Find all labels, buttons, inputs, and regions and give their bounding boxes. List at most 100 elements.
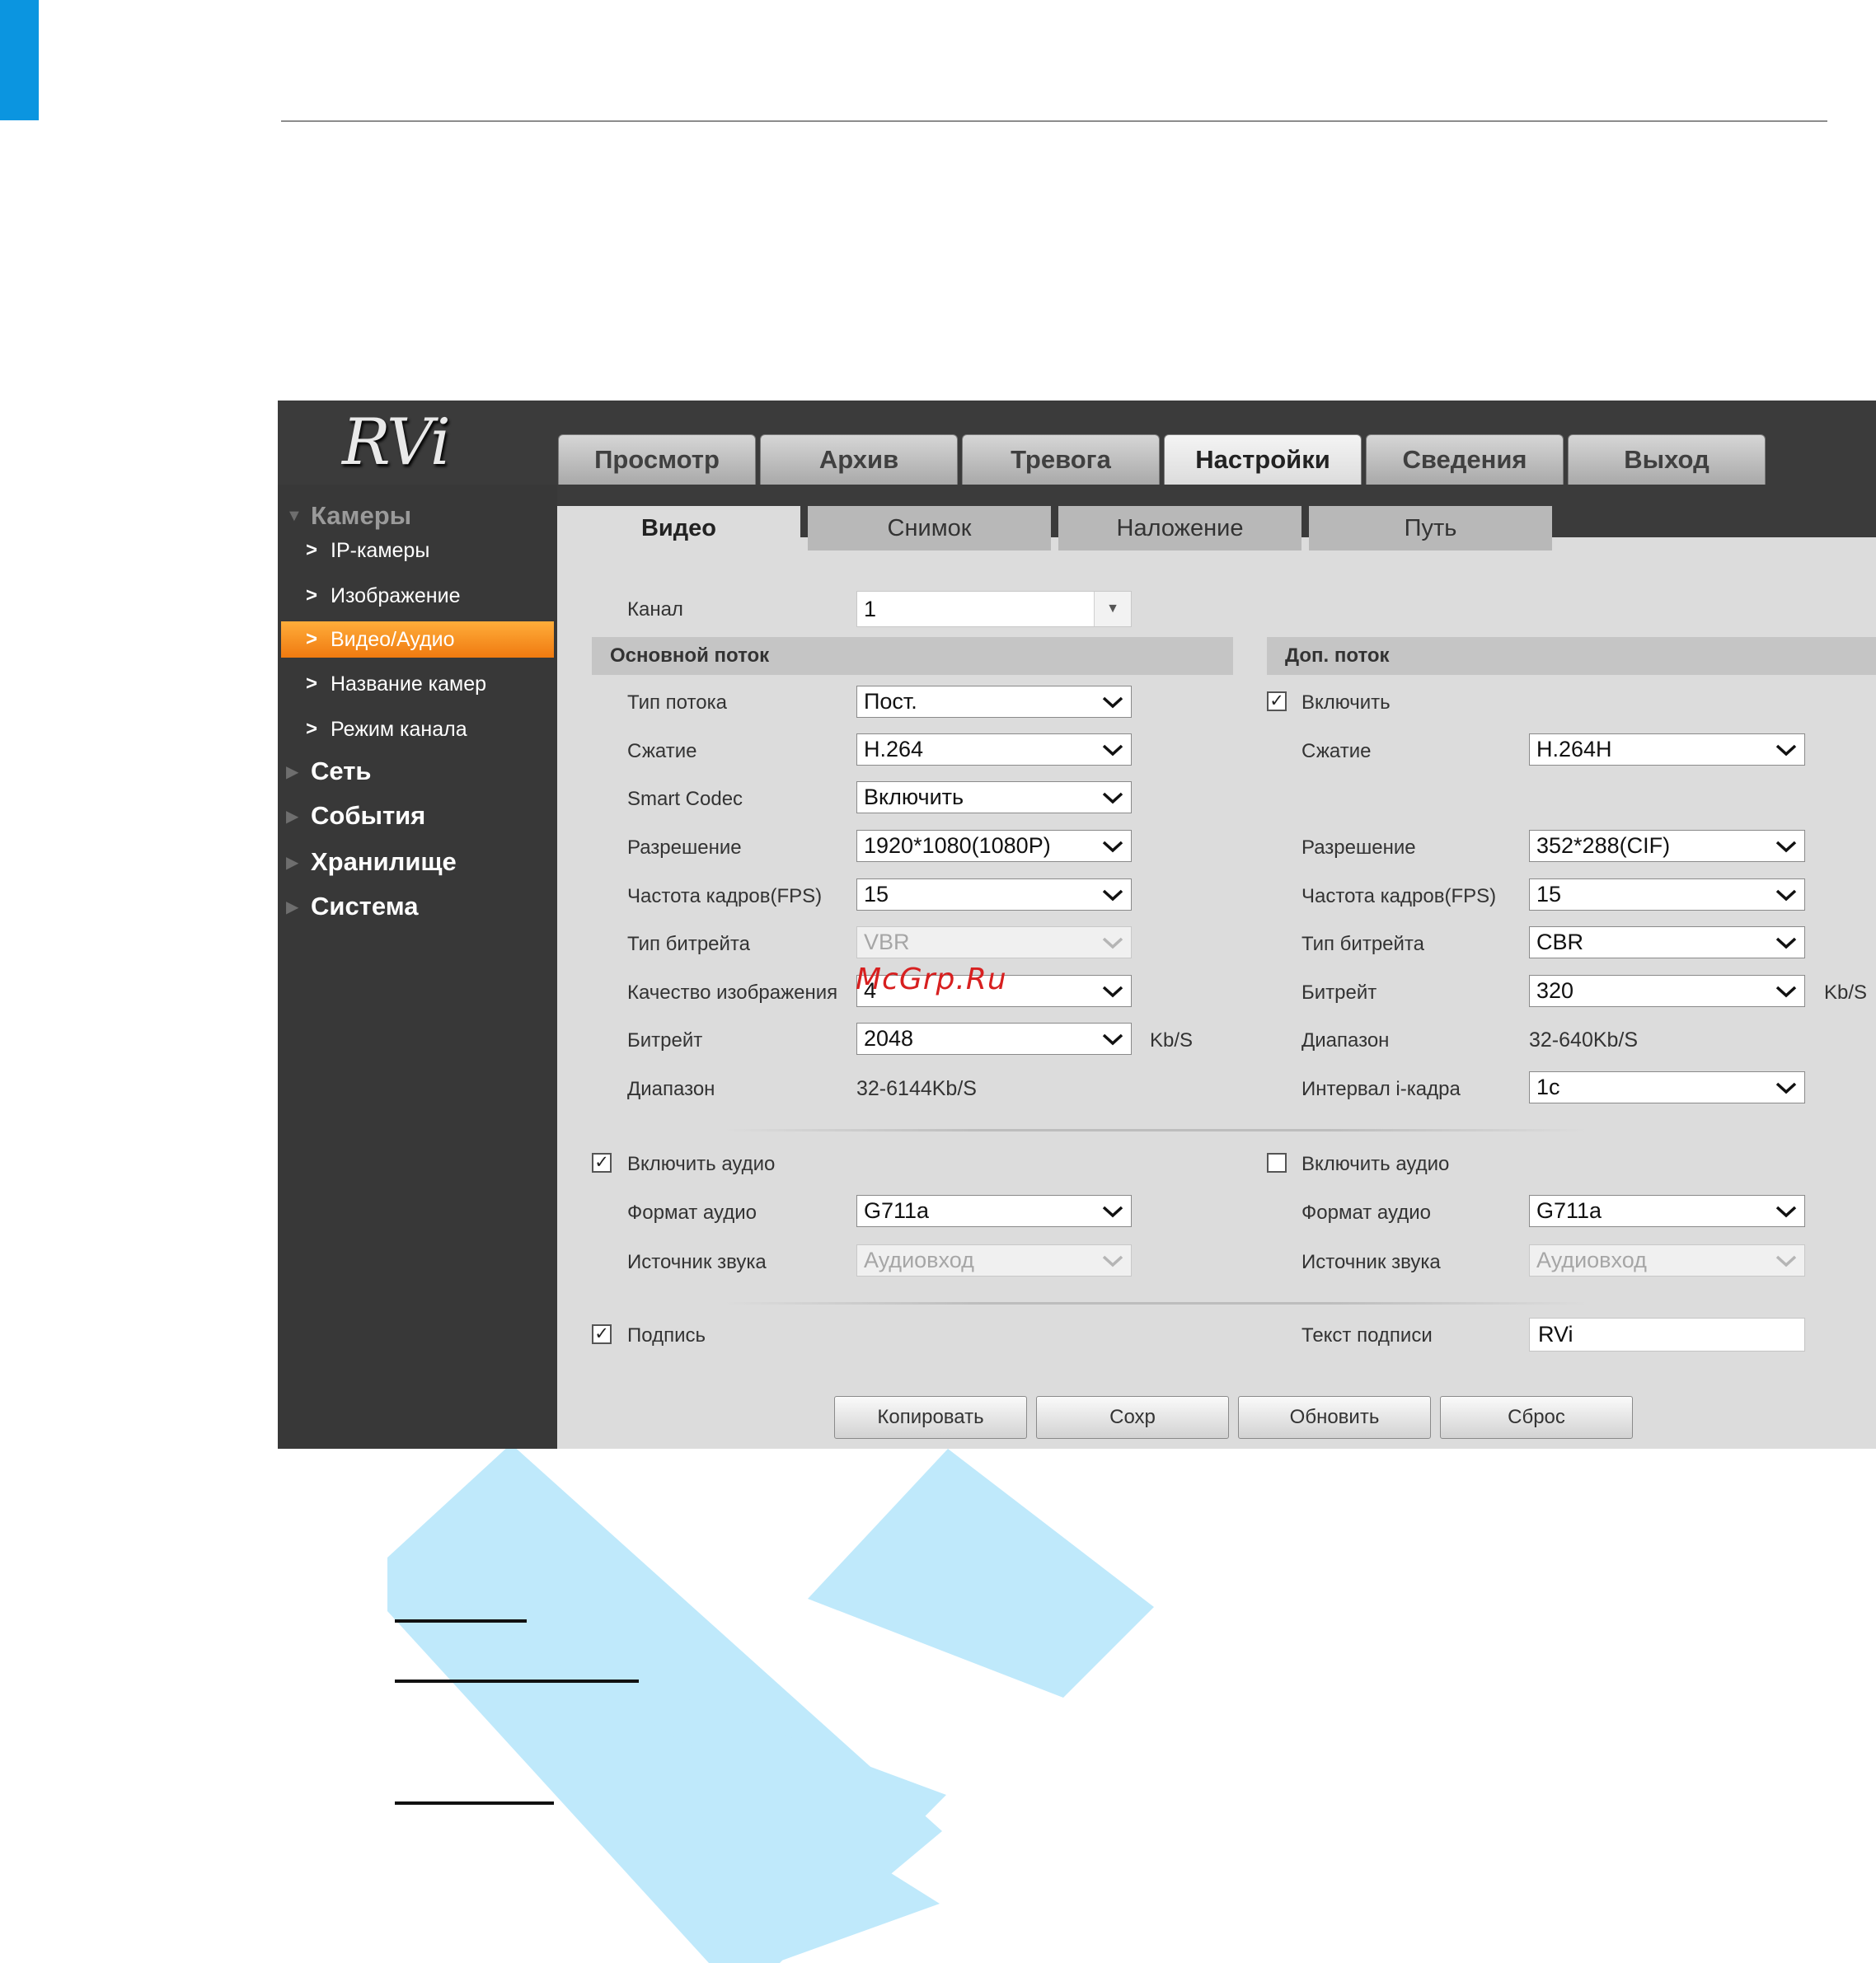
chevron-down-icon — [1102, 937, 1123, 949]
subtab-video[interactable]: Видео — [557, 506, 800, 550]
watermark-text-input[interactable]: RVi — [1529, 1318, 1805, 1352]
page-accent-bar — [0, 0, 39, 120]
audio-format-value: G711a — [864, 1198, 930, 1223]
sub-bitrate-select[interactable]: 320 — [1529, 975, 1805, 1007]
fps-select[interactable]: 15 — [856, 878, 1132, 911]
audio-source-label: Источник звука — [627, 1251, 767, 1273]
chevron-right-icon: > — [306, 672, 318, 695]
sub-audio-checkbox[interactable] — [1267, 1153, 1287, 1173]
sub-bitrate-label: Битрейт — [1301, 982, 1377, 1004]
sub-fps-value: 15 — [1536, 882, 1562, 907]
audio-source-select: Аудиовход — [856, 1244, 1132, 1277]
stream-type-label: Тип потока — [627, 691, 727, 714]
compression-select[interactable]: H.264 — [856, 733, 1132, 766]
resolution-select[interactable]: 1920*1080(1080P) — [856, 830, 1132, 862]
compression-label: Сжатие — [627, 740, 697, 762]
stream-type-select[interactable]: Пост. — [856, 686, 1132, 718]
subtab-snapshot[interactable]: Снимок — [808, 506, 1051, 550]
sub-audio-source-value: Аудиовход — [1536, 1248, 1647, 1272]
subtab-path[interactable]: Путь — [1309, 506, 1552, 550]
sidebar-item-camera-name[interactable]: > Название камер — [278, 666, 557, 702]
audio-format-select[interactable]: G711a — [856, 1195, 1132, 1227]
sidebar-group-label: Хранилище — [311, 847, 457, 876]
save-button[interactable]: Сохр — [1036, 1396, 1229, 1439]
sub-bitrate-type-select[interactable]: CBR — [1529, 926, 1805, 958]
sub-resolution-select[interactable]: 352*288(CIF) — [1529, 830, 1805, 862]
sub-fps-select[interactable]: 15 — [1529, 878, 1805, 911]
resolution-label: Разрешение — [627, 836, 742, 859]
sub-range-label: Диапазон — [1301, 1029, 1390, 1052]
chevron-down-icon — [1775, 1255, 1797, 1267]
tab-live-view[interactable]: Просмотр — [558, 434, 756, 485]
compression-value: H.264 — [864, 737, 924, 761]
sidebar-group-events[interactable]: ▶ События — [278, 796, 557, 836]
underline-1 — [395, 1619, 527, 1623]
smart-codec-select[interactable]: Включить — [856, 781, 1132, 813]
sidebar-group-system[interactable]: ▶ Система — [278, 887, 557, 926]
sidebar-item-channel-mode[interactable]: > Режим канала — [278, 711, 557, 747]
iframe-interval-value: 1с — [1536, 1075, 1560, 1099]
sub-range-value: 32-640Kb/S — [1529, 1028, 1639, 1052]
watermark-checkbox[interactable]: ✓ — [592, 1324, 612, 1344]
divider — [723, 1302, 1588, 1305]
sub-bitrate-value: 320 — [1536, 978, 1574, 1003]
quality-label: Качество изображения — [627, 982, 838, 1004]
sidebar-item-image[interactable]: > Изображение — [278, 578, 557, 614]
triangle-right-icon: ▶ — [286, 807, 299, 826]
sidebar-item-label: Режим канала — [331, 717, 467, 741]
sub-audio-format-value: G711a — [1536, 1198, 1602, 1223]
sidebar-item-video-audio[interactable]: > Видео/Аудио — [281, 621, 554, 658]
smart-codec-label: Smart Codec — [627, 788, 743, 810]
sub-resolution-value: 352*288(CIF) — [1536, 833, 1671, 858]
sidebar-item-ip-cameras[interactable]: > IP-камеры — [278, 532, 557, 569]
tab-alarm[interactable]: Тревога — [962, 434, 1160, 485]
chevron-down-icon — [1775, 744, 1797, 757]
sidebar-group-network[interactable]: ▶ Сеть — [278, 752, 557, 791]
chevron-down-icon — [1775, 1206, 1797, 1218]
refresh-button[interactable]: Обновить — [1238, 1396, 1431, 1439]
chevron-down-icon[interactable]: ▼ — [1094, 592, 1131, 626]
sidebar-group-label: Система — [311, 892, 419, 921]
sidebar-group-label: События — [311, 801, 426, 830]
tab-archive[interactable]: Архив — [760, 434, 958, 485]
subtab-overlay[interactable]: Наложение — [1058, 506, 1301, 550]
chevron-down-icon — [1102, 1255, 1123, 1267]
copy-button[interactable]: Копировать — [834, 1396, 1027, 1439]
sidebar-item-label: Название камер — [331, 672, 487, 696]
stream-type-value: Пост. — [864, 689, 917, 714]
sidebar-group-cameras[interactable]: ▼ Камеры — [278, 496, 557, 536]
chevron-down-icon — [1775, 937, 1797, 949]
tab-logout[interactable]: Выход — [1568, 434, 1766, 485]
sidebar-group-storage[interactable]: ▶ Хранилище — [278, 842, 557, 882]
triangle-right-icon: ▶ — [286, 762, 299, 781]
sub-fps-label: Частота кадров(FPS) — [1301, 885, 1497, 907]
sub-stream-enable-checkbox[interactable]: ✓ — [1267, 691, 1287, 711]
triangle-right-icon: ▶ — [286, 897, 299, 916]
tab-settings[interactable]: Настройки — [1164, 434, 1362, 485]
watermark-text-label: Текст подписи — [1301, 1324, 1433, 1347]
bitrate-value: 2048 — [864, 1026, 914, 1051]
range-value: 32-6144Kb/S — [856, 1077, 977, 1100]
sub-compression-select[interactable]: H.264H — [1529, 733, 1805, 766]
main-audio-checkbox[interactable]: ✓ — [592, 1153, 612, 1173]
sub-resolution-label: Разрешение — [1301, 836, 1416, 859]
iframe-interval-select[interactable]: 1с — [1529, 1071, 1805, 1103]
triangle-down-icon: ▼ — [286, 506, 303, 525]
chevron-down-icon — [1102, 744, 1123, 757]
channel-combobox[interactable]: 1 ▼ — [856, 591, 1132, 627]
bitrate-select[interactable]: 2048 — [856, 1023, 1132, 1055]
sidebar-item-label: Изображение — [331, 583, 461, 607]
fps-value: 15 — [864, 882, 889, 907]
tab-info[interactable]: Сведения — [1366, 434, 1564, 485]
sidebar-item-label: Видео/Аудио — [331, 627, 455, 651]
chevron-down-icon — [1102, 792, 1123, 804]
sub-audio-source-select: Аудиовход — [1529, 1244, 1805, 1277]
sub-stream-header: Доп. поток — [1267, 637, 1876, 675]
reset-button[interactable]: Сброс — [1440, 1396, 1633, 1439]
triangle-right-icon: ▶ — [286, 853, 299, 872]
sidebar-group-label: Сеть — [311, 757, 372, 785]
header-rule — [281, 120, 1827, 122]
sub-audio-format-select[interactable]: G711a — [1529, 1195, 1805, 1227]
channel-value: 1 — [864, 596, 877, 621]
chevron-down-icon — [1102, 986, 1123, 998]
